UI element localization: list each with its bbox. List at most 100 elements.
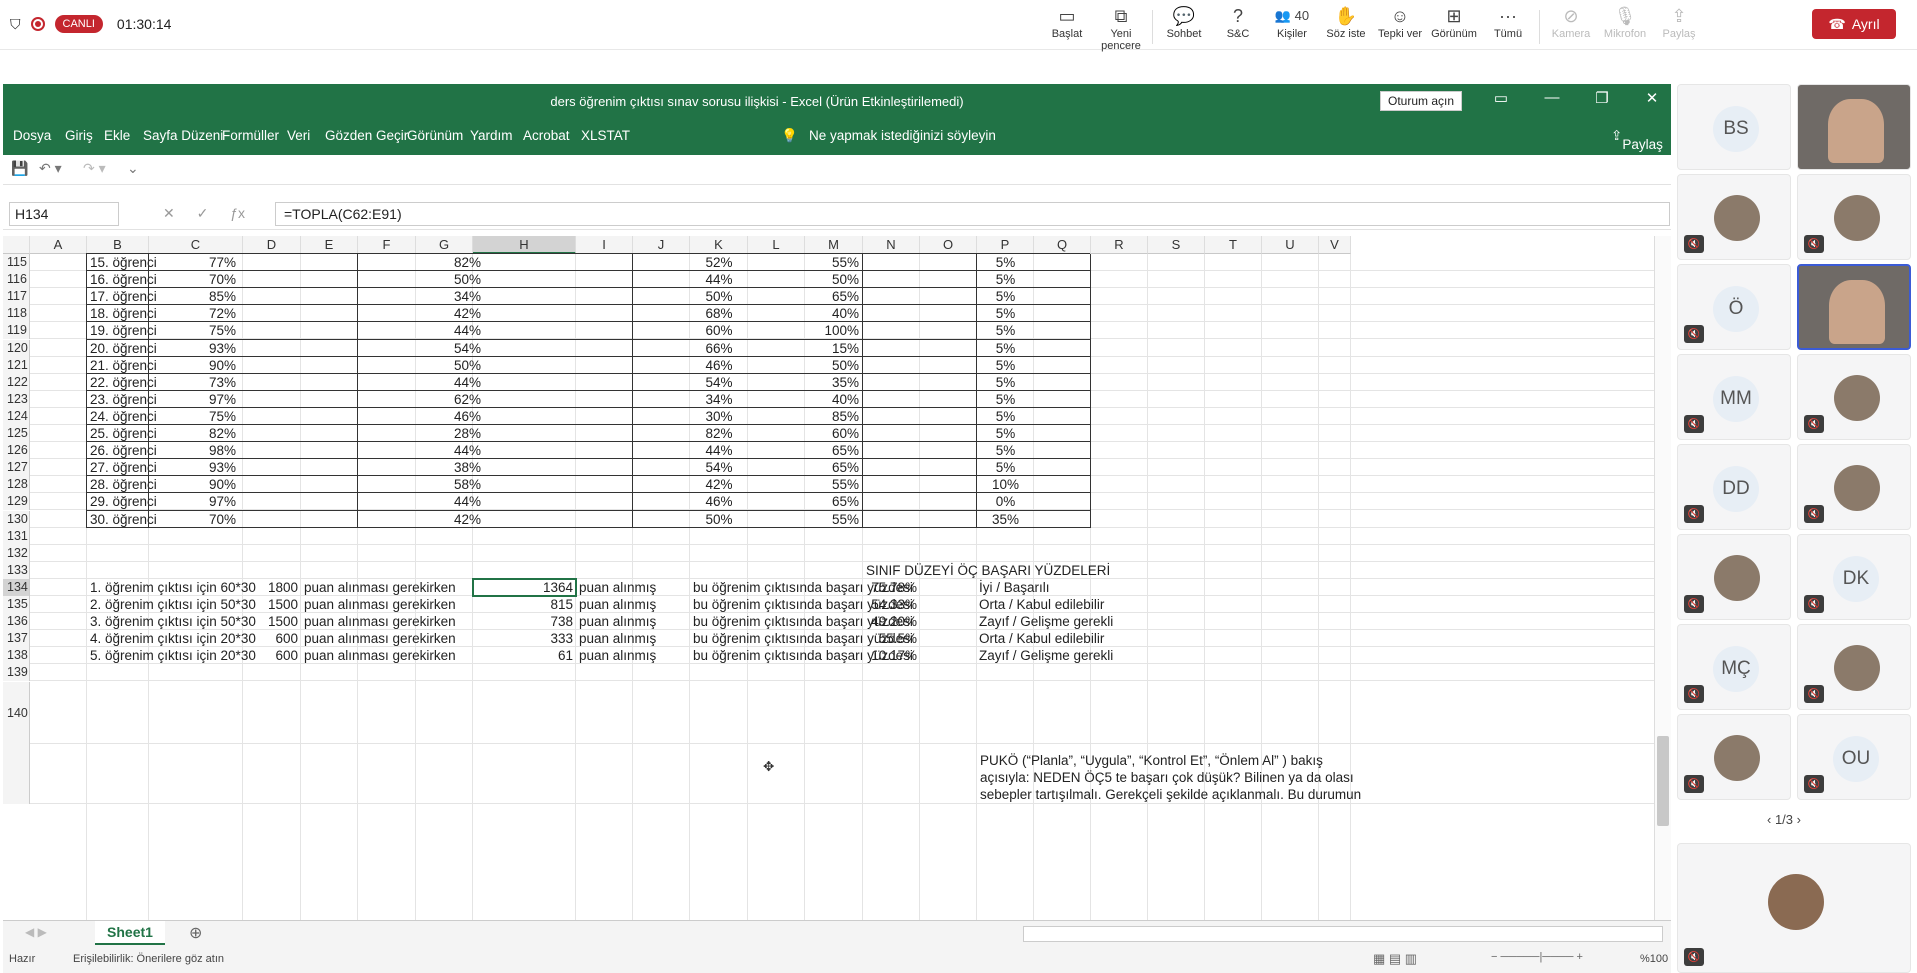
- participant-tile[interactable]: 🔇: [1677, 714, 1791, 800]
- row-header-[interactable]: [3, 743, 30, 804]
- select-all-corner[interactable]: [3, 236, 30, 254]
- row-header-120[interactable]: 120: [3, 339, 30, 357]
- tab-nav-icons[interactable]: ◀ ▶: [25, 925, 47, 939]
- column-header-L[interactable]: L: [748, 236, 805, 254]
- accessibility-status[interactable]: Erişilebilirlik: Önerilere göz atın: [73, 953, 224, 965]
- column-header-Q[interactable]: Q: [1034, 236, 1091, 254]
- participant-tile[interactable]: 🔇: [1797, 354, 1911, 440]
- view-icons[interactable]: ▦ ▤ ▥: [1373, 951, 1417, 967]
- participant-tile[interactable]: BS: [1677, 84, 1791, 170]
- row-header-134[interactable]: 134: [3, 578, 30, 596]
- zoom-level[interactable]: %100: [1640, 953, 1668, 965]
- row-header-131[interactable]: 131: [3, 527, 30, 545]
- participant-tile[interactable]: Ö 🔇: [1677, 264, 1791, 350]
- ribbon-tab-form-ller[interactable]: Formüller: [222, 128, 279, 143]
- row-header-133[interactable]: 133: [3, 561, 30, 579]
- tool-t-m-[interactable]: ··· Tümü: [1481, 4, 1535, 52]
- participant-tile[interactable]: 🔇: [1797, 174, 1911, 260]
- row-header-137[interactable]: 137: [3, 630, 30, 648]
- column-header-A[interactable]: A: [30, 236, 87, 254]
- tool-s-c[interactable]: ? S&C: [1211, 4, 1265, 52]
- ribbon-tab-giri-[interactable]: Giriş: [65, 128, 93, 143]
- row-header-125[interactable]: 125: [3, 425, 30, 443]
- participant-tile[interactable]: DD 🔇: [1677, 444, 1791, 530]
- participant-tile[interactable]: [1797, 84, 1911, 170]
- tool-sohbet[interactable]: 💬 Sohbet: [1157, 4, 1211, 52]
- row-header-116[interactable]: 116: [3, 271, 30, 289]
- row-header-135[interactable]: 135: [3, 596, 30, 614]
- tool-tepki-ver[interactable]: ☺ Tepki ver: [1373, 4, 1427, 52]
- column-header-N[interactable]: N: [863, 236, 920, 254]
- tool-mikrofon[interactable]: 🎙 Mikrofon: [1598, 4, 1652, 52]
- formula-input[interactable]: =TOPLA(C62:E91): [275, 202, 1670, 226]
- participant-tile-large[interactable]: 🔇: [1677, 843, 1911, 973]
- ribbon-tab-xlstat[interactable]: XLSTAT: [581, 128, 630, 143]
- row-header-130[interactable]: 130: [3, 510, 30, 528]
- column-header-I[interactable]: I: [576, 236, 633, 254]
- zoom-slider[interactable]: − ─────|──── +: [1491, 951, 1583, 963]
- column-header-B[interactable]: B: [87, 236, 149, 254]
- row-header-122[interactable]: 122: [3, 373, 30, 391]
- column-header-T[interactable]: T: [1205, 236, 1262, 254]
- ribbon-tab-g-r-n-m[interactable]: Görünüm: [407, 128, 463, 143]
- tool-kamera[interactable]: ⊘ Kamera: [1544, 4, 1598, 52]
- row-header-119[interactable]: 119: [3, 322, 30, 340]
- name-box[interactable]: H134: [9, 202, 119, 226]
- column-header-R[interactable]: R: [1091, 236, 1148, 254]
- participant-tile[interactable]: 🔇: [1677, 174, 1791, 260]
- vertical-scrollbar[interactable]: [1654, 236, 1671, 920]
- tool-yeni-pencere[interactable]: ⧉ Yeni pencere: [1094, 4, 1148, 53]
- horizontal-scrollbar[interactable]: [1023, 926, 1663, 942]
- row-header-136[interactable]: 136: [3, 613, 30, 631]
- row-header-115[interactable]: 115: [3, 254, 30, 272]
- redo-icon[interactable]: ↷ ▾: [83, 160, 106, 177]
- selected-cell[interactable]: [472, 577, 577, 597]
- row-header-138[interactable]: 138: [3, 647, 30, 665]
- column-header-J[interactable]: J: [633, 236, 690, 254]
- row-header-117[interactable]: 117: [3, 288, 30, 306]
- column-header-V[interactable]: V: [1319, 236, 1351, 254]
- row-header-128[interactable]: 128: [3, 476, 30, 494]
- ribbon-tab-dosya[interactable]: Dosya: [13, 128, 51, 143]
- add-sheet-icon[interactable]: ⊕: [189, 923, 202, 943]
- row-header-123[interactable]: 123: [3, 390, 30, 408]
- column-header-U[interactable]: U: [1262, 236, 1319, 254]
- ribbon-display-icon[interactable]: ▭: [1488, 89, 1514, 107]
- row-header-124[interactable]: 124: [3, 407, 30, 425]
- participant-tile[interactable]: 🔇: [1677, 534, 1791, 620]
- column-header-G[interactable]: G: [416, 236, 473, 254]
- close-icon[interactable]: ✕: [1639, 89, 1665, 107]
- participant-tile[interactable]: 🔇: [1797, 444, 1911, 530]
- column-header-S[interactable]: S: [1148, 236, 1205, 254]
- column-header-F[interactable]: F: [358, 236, 416, 254]
- column-header-D[interactable]: D: [243, 236, 301, 254]
- tool-s-z-iste[interactable]: ✋ Söz iste: [1319, 4, 1373, 52]
- column-header-M[interactable]: M: [805, 236, 863, 254]
- minimize-icon[interactable]: —: [1539, 89, 1565, 106]
- row-header-139[interactable]: 139: [3, 664, 30, 682]
- undo-icon[interactable]: ↶ ▾: [39, 160, 62, 177]
- ribbon-tab-yard-m[interactable]: Yardım: [470, 128, 513, 143]
- row-header-132[interactable]: 132: [3, 544, 30, 562]
- row-header-140[interactable]: 140: [3, 681, 30, 744]
- ribbon-tab-g-zden-ge-ir[interactable]: Gözden Geçir: [325, 128, 408, 143]
- customize-qat-icon[interactable]: ⌄: [127, 160, 139, 177]
- leave-button[interactable]: ☎ Ayrıl: [1812, 9, 1896, 39]
- column-header-O[interactable]: O: [920, 236, 977, 254]
- participant-tile[interactable]: [1797, 264, 1911, 350]
- participant-pager[interactable]: ‹ 1/3 ›: [1767, 812, 1801, 827]
- column-header-C[interactable]: C: [149, 236, 243, 254]
- participant-tile[interactable]: OU 🔇: [1797, 714, 1911, 800]
- tool-payla-[interactable]: ⇪ Paylaş: [1652, 4, 1706, 52]
- column-header-H[interactable]: H: [473, 236, 576, 254]
- spreadsheet-grid[interactable]: A B C D E F G H I J K L M N O P Q R S T U V 115 15. öğrenci 77% 8…: [3, 236, 1654, 920]
- restore-icon[interactable]: ❐: [1589, 89, 1615, 107]
- row-header-129[interactable]: 129: [3, 493, 30, 511]
- tool-ki-iler[interactable]: 👥 40 Kişiler: [1265, 4, 1319, 52]
- sign-in-button[interactable]: Oturum açın: [1380, 91, 1463, 111]
- row-header-118[interactable]: 118: [3, 305, 30, 323]
- participant-tile[interactable]: DK 🔇: [1797, 534, 1911, 620]
- ribbon-tab-veri[interactable]: Veri: [287, 128, 310, 143]
- column-header-E[interactable]: E: [301, 236, 358, 254]
- tell-me-search[interactable]: Ne yapmak istediğinizi söyleyin: [809, 128, 996, 143]
